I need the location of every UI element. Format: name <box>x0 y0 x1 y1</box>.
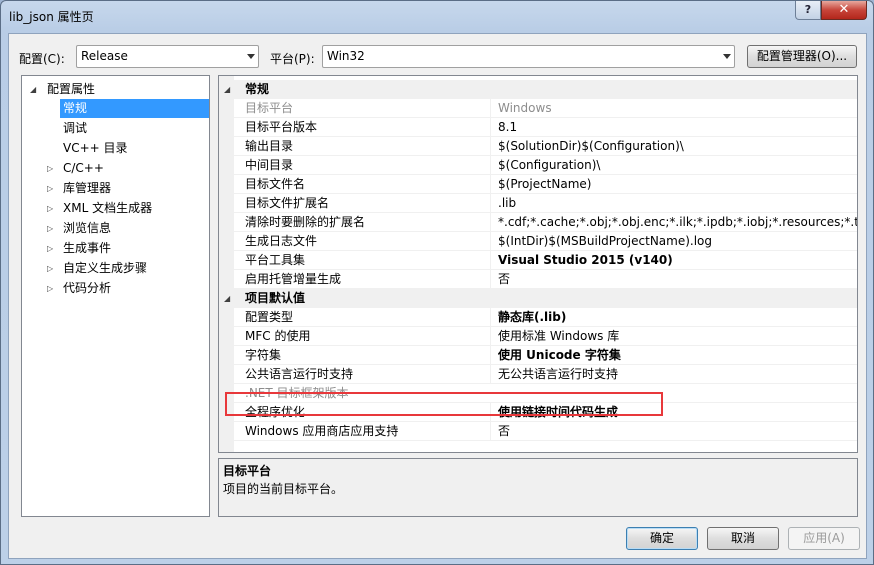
platform-dropdown[interactable]: Win32 <box>322 45 735 68</box>
property-row-clr-support[interactable]: 公共语言运行时支持 无公共语言运行时支持 <box>234 365 857 384</box>
expand-icon[interactable]: ▷ <box>47 219 53 238</box>
property-row-target-name[interactable]: 目标文件名 $(ProjectName) <box>234 175 857 194</box>
property-row-target-platform[interactable]: 目标平台 Windows <box>234 99 857 118</box>
tree-item-browse-info[interactable]: ▷ 浏览信息 <box>22 219 209 238</box>
title-bar[interactable]: lib_json 属性页 ? ✕ <box>1 1 873 33</box>
description-title: 目标平台 <box>223 464 272 478</box>
property-row-output-directory[interactable]: 输出目录 $(SolutionDir)$(Configuration)\ <box>234 137 857 156</box>
tree-item-custom-build-step[interactable]: ▷ 自定义生成步骤 <box>22 259 209 278</box>
property-row-platform-toolset[interactable]: 平台工具集 Visual Studio 2015 (v140) <box>234 251 857 270</box>
tree-item-c-cpp[interactable]: ▷ C/C++ <box>22 159 209 178</box>
platform-label: 平台(P): <box>270 52 315 66</box>
properties-window: lib_json 属性页 ? ✕ 配置(C): Release 平台(P): W… <box>0 0 874 565</box>
property-row-target-extension[interactable]: 目标文件扩展名 .lib <box>234 194 857 213</box>
expand-icon[interactable]: ◢ <box>30 80 36 99</box>
expand-icon[interactable]: ▷ <box>47 199 53 218</box>
section-general[interactable]: ◢ 常规 <box>219 80 857 99</box>
cancel-button[interactable]: 取消 <box>707 527 779 550</box>
platform-value: Win32 <box>327 49 365 63</box>
window-title: lib_json 属性页 <box>9 10 94 24</box>
collapse-icon[interactable]: ◢ <box>224 80 230 99</box>
chevron-down-icon <box>723 54 731 59</box>
collapse-icon[interactable]: ◢ <box>224 289 230 308</box>
category-tree: ◢ 配置属性 常规 调试 VC++ 目录 ▷ C/C++ ▷ 库管理器 ▷ XM… <box>21 75 210 517</box>
expand-icon[interactable]: ▷ <box>47 239 53 258</box>
expand-icon[interactable]: ▷ <box>47 279 53 298</box>
config-label: 配置(C): <box>19 52 65 66</box>
highlight-box <box>225 392 663 416</box>
dialog-client: 配置(C): Release 平台(P): Win32 配置管理器(O)... … <box>8 33 867 559</box>
expand-icon[interactable]: ▷ <box>47 179 53 198</box>
tree-item-code-analysis[interactable]: ▷ 代码分析 <box>22 279 209 298</box>
apply-button[interactable]: 应用(A) <box>788 527 860 550</box>
tree-item-vc-directories[interactable]: VC++ 目录 <box>22 139 209 158</box>
property-row-target-platform-version[interactable]: 目标平台版本 8.1 <box>234 118 857 137</box>
property-row-configuration-type[interactable]: 配置类型 静态库(.lib) <box>234 308 857 327</box>
section-project-defaults[interactable]: ◢ 项目默认值 <box>219 289 857 308</box>
help-button[interactable]: ? <box>795 1 821 20</box>
tree-item-general[interactable]: 常规 <box>22 99 209 118</box>
property-row-windows-store-app-support[interactable]: Windows 应用商店应用支持 否 <box>234 422 857 441</box>
tree-item-build-events[interactable]: ▷ 生成事件 <box>22 239 209 258</box>
ok-button[interactable]: 确定 <box>626 527 698 550</box>
close-button[interactable]: ✕ <box>821 1 867 20</box>
tree-item-config-properties[interactable]: ◢ 配置属性 <box>22 80 209 99</box>
property-row-character-set[interactable]: 字符集 使用 Unicode 字符集 <box>234 346 857 365</box>
property-row-managed-incremental-build[interactable]: 启用托管增量生成 否 <box>234 270 857 289</box>
property-row-intermediate-directory[interactable]: 中间目录 $(Configuration)\ <box>234 156 857 175</box>
expand-icon[interactable]: ▷ <box>47 259 53 278</box>
config-value: Release <box>81 49 128 63</box>
property-grid: ◢ 常规 目标平台 Windows 目标平台版本 8.1 输出目录 $(Solu… <box>218 75 858 453</box>
tree-item-debugging[interactable]: 调试 <box>22 119 209 138</box>
config-dropdown[interactable]: Release <box>76 45 259 68</box>
description-panel: 目标平台 项目的当前目标平台。 <box>218 458 858 517</box>
chevron-down-icon <box>247 54 255 59</box>
expand-icon[interactable]: ▷ <box>47 159 53 178</box>
property-row-use-of-mfc[interactable]: MFC 的使用 使用标准 Windows 库 <box>234 327 857 346</box>
tree-item-librarian[interactable]: ▷ 库管理器 <box>22 179 209 198</box>
config-manager-button[interactable]: 配置管理器(O)... <box>747 45 857 68</box>
tree-item-xml-doc-generator[interactable]: ▷ XML 文档生成器 <box>22 199 209 218</box>
description-text: 项目的当前目标平台。 <box>223 482 344 496</box>
property-row-clean-extensions[interactable]: 清除时要删除的扩展名 *.cdf;*.cache;*.obj;*.obj.enc… <box>234 213 857 232</box>
property-row-build-log-file[interactable]: 生成日志文件 $(IntDir)$(MSBuildProjectName).lo… <box>234 232 857 251</box>
